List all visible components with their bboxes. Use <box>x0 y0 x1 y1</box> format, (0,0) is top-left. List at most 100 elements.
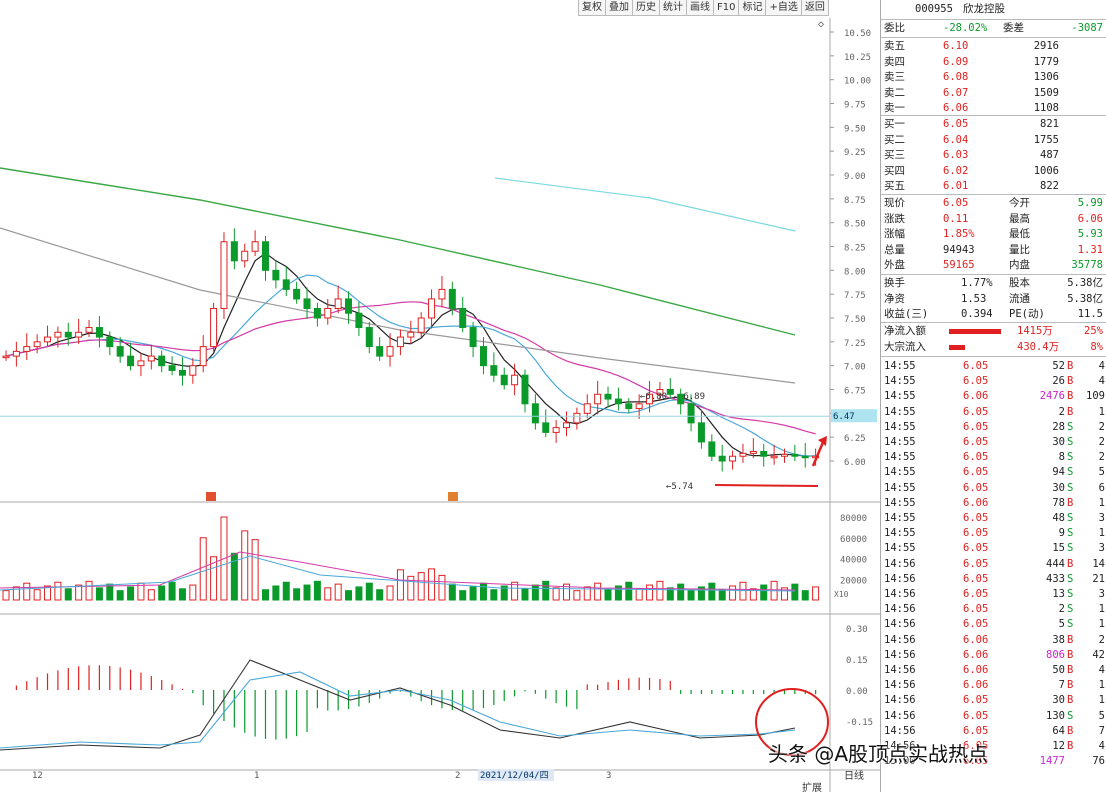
quote-value: 5.99 <box>1077 197 1103 209</box>
candle-body <box>355 312 363 329</box>
quote-value: 35778 <box>1071 259 1103 272</box>
candle-body <box>438 288 446 300</box>
fund-value: 1.77% <box>961 277 993 289</box>
kline-chart[interactable]: 10.5010.2510.009.759.509.259.008.758.508… <box>0 0 880 792</box>
candle-body <box>137 360 145 367</box>
volume-bar <box>251 539 259 601</box>
volume-tick-label: 40000 <box>840 556 867 566</box>
tick-time: 14:56 <box>884 679 916 692</box>
fund-row: 收益(三) 0.394 PE(动) 11.5 <box>881 307 1106 322</box>
candle-body <box>552 427 560 433</box>
tick-price: 6.05 <box>963 618 989 631</box>
tick-time: 14:56 <box>884 618 916 631</box>
volume-bar <box>687 590 695 601</box>
tick-price: 6.05 <box>963 527 989 540</box>
flow-bar <box>949 345 965 350</box>
volume-bar <box>324 587 332 601</box>
sell-row: 卖三 6.08 1306 <box>881 70 1106 85</box>
watermark: 头条 @A股顶点实战热点 <box>768 742 989 766</box>
stock-header: 000955 欣龙控股 <box>881 2 1106 17</box>
candle-body <box>261 241 269 271</box>
tick-count: 1 <box>1098 694 1105 707</box>
event-marker-icon[interactable] <box>448 492 458 501</box>
current-price-tag: 6.47 <box>833 412 855 422</box>
tick-volume: 1477 <box>1039 755 1065 768</box>
tick-side: S <box>1067 481 1074 494</box>
candle-body <box>573 412 581 424</box>
candle-body <box>583 403 591 414</box>
candle-body <box>2 355 10 359</box>
candle-body <box>210 307 218 348</box>
tick-row: 14:56 6.05 5 S 1 <box>881 617 1106 632</box>
tick-volume: 130 <box>1046 709 1065 722</box>
fund-label: 流通 <box>1009 292 1030 305</box>
price-tick-label: 6.75 <box>844 387 866 397</box>
tick-price: 6.06 <box>963 390 989 403</box>
toolbar-button-6[interactable]: 标记 <box>738 0 767 16</box>
volume-bar <box>116 590 124 601</box>
tick-row: 14:56 6.06 806 B 42 <box>881 648 1106 663</box>
tick-row: 14:56 6.05 433 S 21 <box>881 572 1106 587</box>
sell-label: 卖五 <box>884 40 905 52</box>
fund-value: 1.53 <box>961 292 987 305</box>
toolbar-button-2[interactable]: 历史 <box>632 0 660 16</box>
toolbar-button-0[interactable]: 复权 <box>578 0 606 16</box>
toolbar-button-3[interactable]: 统计 <box>659 0 687 16</box>
date-label: 1 <box>254 771 259 781</box>
date-label: 2 <box>455 771 460 781</box>
flow-value: 1415万 <box>1017 325 1053 337</box>
buy-label: 买一 <box>884 118 905 130</box>
candle-body <box>324 307 332 319</box>
tick-volume: 30 <box>1052 481 1065 494</box>
volume-bar <box>23 582 31 601</box>
quote-label: 现价 <box>884 197 905 209</box>
toolbar-button-5[interactable]: F10 <box>713 0 740 16</box>
toolbar-button-1[interactable]: 叠加 <box>605 0 633 16</box>
expand-button[interactable]: 扩展 <box>802 781 822 792</box>
candle-body <box>614 398 622 405</box>
tick-price: 6.05 <box>963 420 989 433</box>
buy-price: 6.01 <box>943 180 969 193</box>
tick-volume: 12 <box>1052 740 1065 752</box>
macd-tick-label: 0.00 <box>846 687 868 697</box>
volume-bar <box>812 586 820 601</box>
volume-bar <box>199 537 207 601</box>
tick-price: 6.05 <box>963 709 989 722</box>
price-tick-label: 10.50 <box>844 29 871 39</box>
toolbar-button-4[interactable]: 画线 <box>686 0 714 16</box>
weicha-value: -3087 <box>1071 22 1103 34</box>
support-mark <box>714 484 819 487</box>
tick-row: 14:55 6.05 52 B 4 <box>881 359 1106 374</box>
candle-body <box>563 422 571 429</box>
quote-row: 总量 94943 量比 1.31 <box>881 243 1106 258</box>
buy-label: 买三 <box>884 149 905 162</box>
tick-count: 2 <box>1098 436 1105 448</box>
tick-time: 14:55 <box>884 360 916 372</box>
chart-toolbar: 复权 叠加 历史 统计 画线 F10 标记 +自选 返回 <box>578 0 878 16</box>
tick-volume: 806 <box>1046 648 1065 661</box>
candle-body <box>313 307 321 319</box>
tick-count: 21 <box>1092 572 1105 585</box>
tick-count: 2 <box>1098 633 1105 646</box>
tick-price: 6.05 <box>963 436 989 448</box>
toolbar-button-8[interactable]: 返回 <box>800 0 829 16</box>
tick-volume: 8 <box>1058 451 1065 464</box>
candle-body <box>272 269 280 281</box>
price-tick-label: 9.50 <box>844 124 866 134</box>
tick-time: 14:55 <box>884 420 916 433</box>
diamond-icon[interactable]: ◇ <box>818 19 824 30</box>
buy-volume: 1755 <box>1033 133 1059 146</box>
tick-count: 1 <box>1098 496 1105 509</box>
candle-body <box>64 331 72 338</box>
tick-count: 1 <box>1098 603 1105 616</box>
tick-count: 109 <box>1086 390 1105 403</box>
daily-button[interactable]: 日线 <box>844 769 864 782</box>
candle-body <box>469 327 477 348</box>
toolbar-button-7[interactable]: +自选 <box>765 0 802 16</box>
tick-row: 14:55 6.05 30 S 2 <box>881 435 1106 450</box>
volume-bar <box>85 580 93 601</box>
event-marker-icon[interactable] <box>206 492 216 501</box>
volume-bar <box>345 590 353 601</box>
tick-side: S <box>1067 572 1074 585</box>
tick-row: 14:55 6.06 78 B 1 <box>881 496 1106 511</box>
